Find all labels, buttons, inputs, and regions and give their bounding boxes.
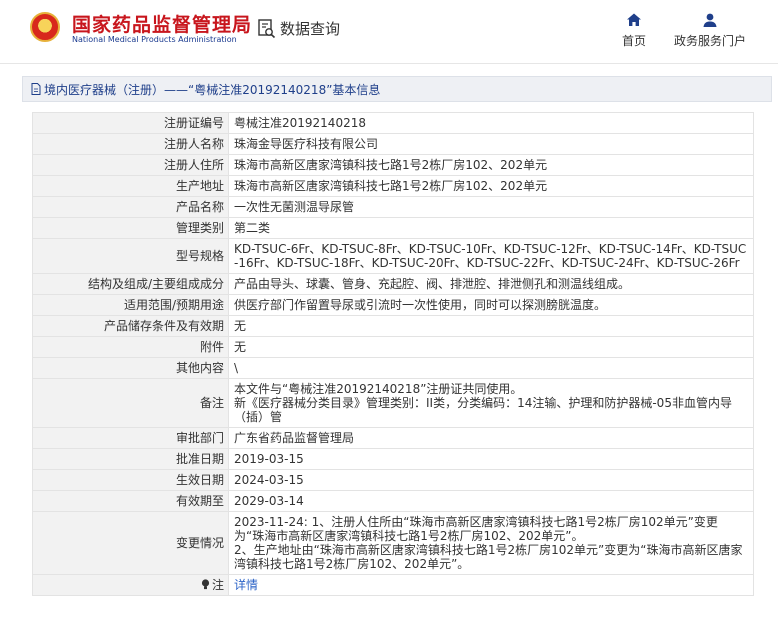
brand-name-en[interactable]: National Medical Products Administration	[72, 35, 237, 44]
field-label: 管理类别	[32, 217, 229, 239]
field-label: 有效期至	[32, 490, 229, 512]
field-value: 珠海市高新区唐家湾镇科技七路1号2栋厂房102、202单元	[228, 175, 754, 197]
field-label: 适用范围/预期用途	[32, 294, 229, 316]
nav-home-label: 首页	[621, 34, 646, 48]
field-label: 审批部门	[32, 427, 229, 449]
national-emblem-icon	[30, 12, 60, 42]
field-label: 批准日期	[32, 448, 229, 470]
field-label: 变更情况	[32, 511, 229, 575]
field-value: 无	[228, 336, 754, 358]
field-label: 注册人住所	[32, 154, 229, 176]
table-row: 备注 本文件与“粤械注准20192140218”注册证共同使用。 新《医疗器械分…	[32, 378, 754, 428]
data-search-icon	[258, 18, 276, 38]
table-row: 型号规格 KD-TSUC-6Fr、KD-TSUC-8Fr、KD-TSUC-10F…	[32, 238, 754, 274]
field-label: 生产地址	[32, 175, 229, 197]
detail-link[interactable]: 详情	[228, 574, 754, 596]
field-value: 广东省药品监督管理局	[228, 427, 754, 449]
field-label: 产品名称	[32, 196, 229, 218]
field-value: 2023-11-24: 1、注册人住所由“珠海市高新区唐家湾镇科技七路1号2栋厂…	[228, 511, 754, 575]
field-label: 产品储存条件及有效期	[32, 315, 229, 337]
note-label-cell: 注	[32, 574, 229, 596]
table-row: 批准日期 2019-03-15	[32, 448, 754, 470]
record-title-bar: 境内医疗器械（注册）——“粤械注准20192140218”基本信息	[22, 76, 772, 102]
table-row: 其他内容 \	[32, 357, 754, 379]
nav-home[interactable]: 首页	[616, 12, 652, 49]
site-header: 国家药品监督管理局 National Medical Products Admi…	[0, 0, 778, 64]
field-label: 型号规格	[32, 238, 229, 274]
data-query-label: 数据查询	[280, 20, 341, 38]
data-query-link[interactable]: 数据查询	[258, 18, 340, 39]
field-value: 2029-03-14	[228, 490, 754, 512]
home-icon	[627, 13, 641, 26]
table-row: 注册证编号 粤械注准20192140218	[32, 112, 754, 134]
field-value: 2019-03-15	[228, 448, 754, 470]
field-label: 注册证编号	[32, 112, 229, 134]
table-row: 产品储存条件及有效期 无	[32, 315, 754, 337]
field-value: 粤械注准20192140218	[228, 112, 754, 134]
field-value: 无	[228, 315, 754, 337]
field-value: \	[228, 357, 754, 379]
detail-table: 注册证编号 粤械注准20192140218 注册人名称 珠海金导医疗科技有限公司…	[32, 112, 754, 596]
field-value: 珠海市高新区唐家湾镇科技七路1号2栋厂房102、202单元	[228, 154, 754, 176]
field-value: 第二类	[228, 217, 754, 239]
field-label: 注册人名称	[32, 133, 229, 155]
document-icon	[31, 83, 41, 95]
record-title: 境内医疗器械（注册）——“粤械注准20192140218”基本信息	[44, 82, 381, 97]
lightbulb-icon	[201, 579, 210, 590]
table-row: 结构及组成/主要组成成分 产品由导头、球囊、管身、充起腔、阀、排泄腔、排泄侧孔和…	[32, 273, 754, 295]
table-row: 产品名称 一次性无菌测温导尿管	[32, 196, 754, 218]
field-value: 2024-03-15	[228, 469, 754, 491]
note-row: 注 详情	[32, 574, 754, 596]
table-row: 附件 无	[32, 336, 754, 358]
table-row: 适用范围/预期用途 供医疗部门作留置导尿或引流时一次性使用，同时可以探测膀胱温度…	[32, 294, 754, 316]
field-label: 备注	[32, 378, 229, 428]
nav-service-label: 政务服务门户	[673, 34, 746, 48]
table-row: 注册人名称 珠海金导医疗科技有限公司	[32, 133, 754, 155]
note-label: 注	[211, 578, 224, 592]
field-label: 结构及组成/主要组成成分	[32, 273, 229, 295]
table-row: 生效日期 2024-03-15	[32, 469, 754, 491]
field-label: 附件	[32, 336, 229, 358]
table-row: 管理类别 第二类	[32, 217, 754, 239]
table-row: 变更情况 2023-11-24: 1、注册人住所由“珠海市高新区唐家湾镇科技七路…	[32, 511, 754, 575]
brand-name-cn[interactable]: 国家药品监督管理局	[72, 10, 252, 37]
table-row: 注册人住所 珠海市高新区唐家湾镇科技七路1号2栋厂房102、202单元	[32, 154, 754, 176]
field-value: 供医疗部门作留置导尿或引流时一次性使用，同时可以探测膀胱温度。	[228, 294, 754, 316]
table-row: 审批部门 广东省药品监督管理局	[32, 427, 754, 449]
user-icon	[703, 13, 717, 27]
table-row: 生产地址 珠海市高新区唐家湾镇科技七路1号2栋厂房102、202单元	[32, 175, 754, 197]
table-row: 有效期至 2029-03-14	[32, 490, 754, 512]
field-value: 一次性无菌测温导尿管	[228, 196, 754, 218]
field-value: 本文件与“粤械注准20192140218”注册证共同使用。 新《医疗器械分类目录…	[228, 378, 754, 428]
field-value: 产品由导头、球囊、管身、充起腔、阀、排泄腔、排泄侧孔和测温线组成。	[228, 273, 754, 295]
field-value: 珠海金导医疗科技有限公司	[228, 133, 754, 155]
nav-service-portal[interactable]: 政务服务门户	[672, 12, 748, 49]
field-label: 生效日期	[32, 469, 229, 491]
field-value: KD-TSUC-6Fr、KD-TSUC-8Fr、KD-TSUC-10Fr、KD-…	[228, 238, 754, 274]
field-label: 其他内容	[32, 357, 229, 379]
